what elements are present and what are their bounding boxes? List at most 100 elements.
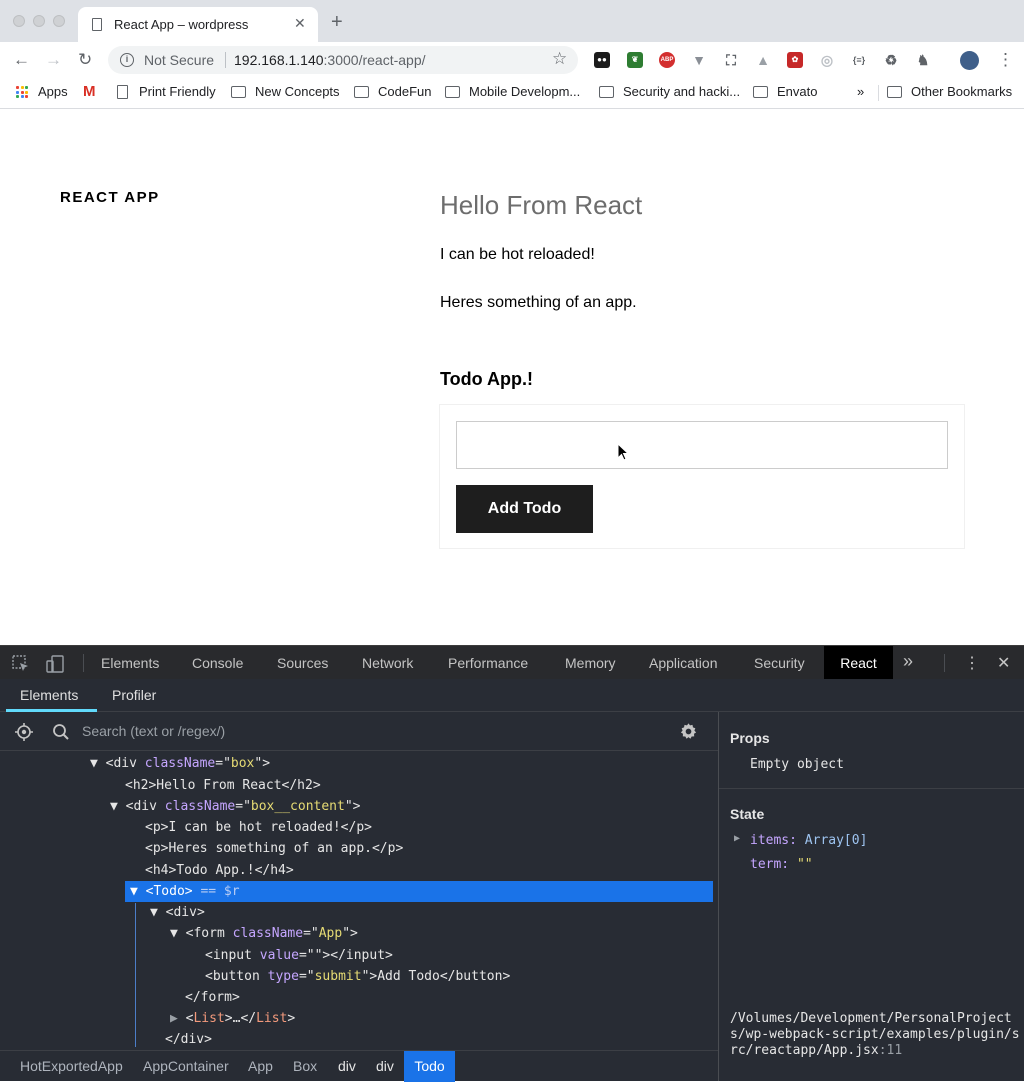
folder-icon	[354, 86, 369, 98]
tree-node-div-box[interactable]: ▼ <div className="box">	[90, 754, 270, 774]
bookmark-codefun[interactable]: CodeFun	[378, 84, 431, 99]
new-tab-icon[interactable]: +	[331, 12, 343, 32]
breadcrumb-div[interactable]: div	[376, 1058, 394, 1074]
tab-application[interactable]: Application	[649, 655, 718, 671]
state-value: ""	[796, 857, 813, 872]
tag-close: ">Add Todo</button>	[361, 969, 511, 984]
tab-memory[interactable]: Memory	[565, 655, 616, 671]
tab-sources[interactable]: Sources	[277, 655, 328, 671]
tab-elements[interactable]: Elements	[101, 655, 159, 671]
tab-close-icon[interactable]: ✕	[294, 15, 306, 32]
tree-node-h4[interactable]: <h4>Todo App.!</h4>	[145, 861, 294, 881]
forward-icon[interactable]: →	[45, 50, 62, 70]
tree-node-form-close[interactable]: </form>	[185, 988, 240, 1008]
expand-arrow-icon[interactable]: ▼	[110, 799, 126, 814]
window-maximize-button[interactable]	[53, 15, 65, 27]
settings-gear-icon[interactable]	[679, 722, 698, 741]
reload-icon[interactable]: ↻	[78, 50, 92, 70]
window-minimize-button[interactable]	[33, 15, 45, 27]
select-component-icon[interactable]	[14, 722, 34, 742]
extension-recycle-icon[interactable]: ♻	[883, 52, 899, 68]
tab-react[interactable]: React	[824, 646, 893, 680]
tag-open: <div	[125, 799, 165, 814]
extension-circle-icon[interactable]: ◎	[819, 52, 835, 68]
tree-node-form[interactable]: ▼ <form className="App">	[170, 924, 358, 944]
bookmark-other[interactable]: Other Bookmarks	[911, 84, 1012, 99]
tree-node-todo[interactable]: ▼ <Todo> == $r	[130, 882, 240, 902]
attr-value: submit	[314, 969, 362, 984]
devtools-close-icon[interactable]: ✕	[997, 653, 1010, 673]
add-todo-button[interactable]: Add Todo	[456, 485, 593, 533]
bookmark-new-concepts[interactable]: New Concepts	[255, 84, 340, 99]
breadcrumb-div[interactable]: div	[338, 1058, 356, 1074]
tree-search-bar: Search (text or /regex/)	[0, 712, 718, 751]
extension-leaf-icon[interactable]: ❦	[627, 52, 643, 68]
tree-node-p1[interactable]: <p>I can be hot reloaded!</p>	[145, 818, 372, 838]
extension-json-icon[interactable]: {≡}	[851, 52, 867, 68]
bookmark-apps[interactable]: Apps	[38, 84, 68, 99]
react-tab-profiler[interactable]: Profiler	[112, 687, 156, 703]
breadcrumb-todo[interactable]: Todo	[404, 1051, 455, 1082]
window-close-button[interactable]	[13, 15, 25, 27]
tab-performance[interactable]: Performance	[448, 655, 528, 671]
breadcrumb-box[interactable]: Box	[293, 1058, 317, 1074]
site-title[interactable]: REACT APP	[60, 189, 160, 206]
tree-node-list[interactable]: ▶ <List>…</List>	[170, 1009, 295, 1029]
extension-screenshot-icon[interactable]: ⛶	[723, 52, 739, 68]
tree-node-p2[interactable]: <p>Heres something of an app.</p>	[145, 839, 403, 859]
tag-open: <input	[205, 948, 260, 963]
device-toolbar-icon[interactable]	[45, 654, 65, 674]
expand-arrow-icon[interactable]: ▶	[734, 833, 740, 844]
tab-security[interactable]: Security	[754, 655, 805, 671]
tree-node-div-close[interactable]: </div>	[165, 1030, 212, 1050]
bookmarks-overflow-button[interactable]: »	[857, 84, 864, 99]
more-tabs-icon[interactable]: »	[903, 651, 913, 672]
bookmark-mobile-development[interactable]: Mobile Developm...	[469, 84, 580, 99]
expand-arrow-icon[interactable]: ▼	[170, 926, 186, 941]
attr-name: type	[267, 969, 299, 984]
source-location[interactable]: /Volumes/Development/PersonalProjects/wp…	[730, 1011, 1020, 1059]
tab-network[interactable]: Network	[362, 655, 413, 671]
extension-red-icon[interactable]: ✿	[787, 52, 803, 68]
inspect-element-icon[interactable]	[12, 655, 30, 673]
url-text[interactable]: 192.168.1.140:3000/react-app/	[234, 52, 426, 68]
bookmark-envato[interactable]: Envato	[777, 84, 817, 99]
tree-node-h2[interactable]: <h2>Hello From React</h2>	[125, 776, 321, 796]
bookmark-star-icon[interactable]: ☆	[552, 49, 567, 69]
extension-vue-icon[interactable]: ▼	[691, 52, 707, 68]
devtools-menu-icon[interactable]: ⋮	[964, 653, 980, 673]
breadcrumb-hotexportedapp[interactable]: HotExportedApp	[20, 1058, 123, 1074]
tree-node-div-box-content[interactable]: ▼ <div className="box__content">	[110, 797, 360, 817]
todo-input[interactable]	[456, 421, 948, 469]
console-ref: == $r	[192, 884, 240, 899]
tag-close: >	[287, 1011, 296, 1026]
extension-adblock-icon[interactable]: ABP	[659, 52, 675, 68]
tree-node-input[interactable]: <input value=""></input>	[205, 946, 393, 966]
tab-console[interactable]: Console	[192, 655, 243, 671]
gmail-icon[interactable]: M	[83, 83, 96, 100]
state-term[interactable]: term: ""	[750, 857, 813, 872]
profile-avatar[interactable]	[960, 51, 979, 70]
breadcrumb-app[interactable]: App	[248, 1058, 273, 1074]
extension-drive-icon[interactable]: ▲	[755, 52, 771, 68]
search-input[interactable]: Search (text or /regex/)	[82, 723, 225, 739]
expand-arrow-icon[interactable]: ▼	[90, 756, 106, 771]
bookmark-security[interactable]: Security and hacki...	[623, 84, 740, 99]
tree-node-button[interactable]: <button type="submit">Add Todo</button>	[205, 967, 510, 987]
browser-tab[interactable]: React App – wordpress ✕	[78, 7, 318, 42]
expand-arrow-icon[interactable]: ▼	[130, 884, 146, 899]
apps-grid-icon[interactable]	[16, 86, 28, 98]
react-tab-elements[interactable]: Elements	[20, 687, 78, 703]
page-heading: Hello From React	[440, 190, 643, 220]
collapse-arrow-icon[interactable]: ▶	[170, 1011, 186, 1026]
breadcrumb-appcontainer[interactable]: AppContainer	[143, 1058, 229, 1074]
tree-node-div[interactable]: ▼ <div>	[150, 903, 205, 923]
address-bar[interactable]: i Not Secure 192.168.1.140:3000/react-ap…	[108, 46, 578, 74]
back-icon[interactable]: ←	[13, 50, 30, 70]
bookmark-print-friendly[interactable]: Print Friendly	[139, 84, 216, 99]
extension-cat-icon[interactable]: ♞	[915, 52, 931, 68]
info-icon[interactable]: i	[120, 53, 134, 67]
menu-kebab-icon[interactable]: ⋮	[997, 50, 1014, 70]
extension-tampermonkey-icon[interactable]: ●●	[594, 52, 610, 68]
state-items[interactable]: items: Array[0]	[750, 833, 867, 848]
